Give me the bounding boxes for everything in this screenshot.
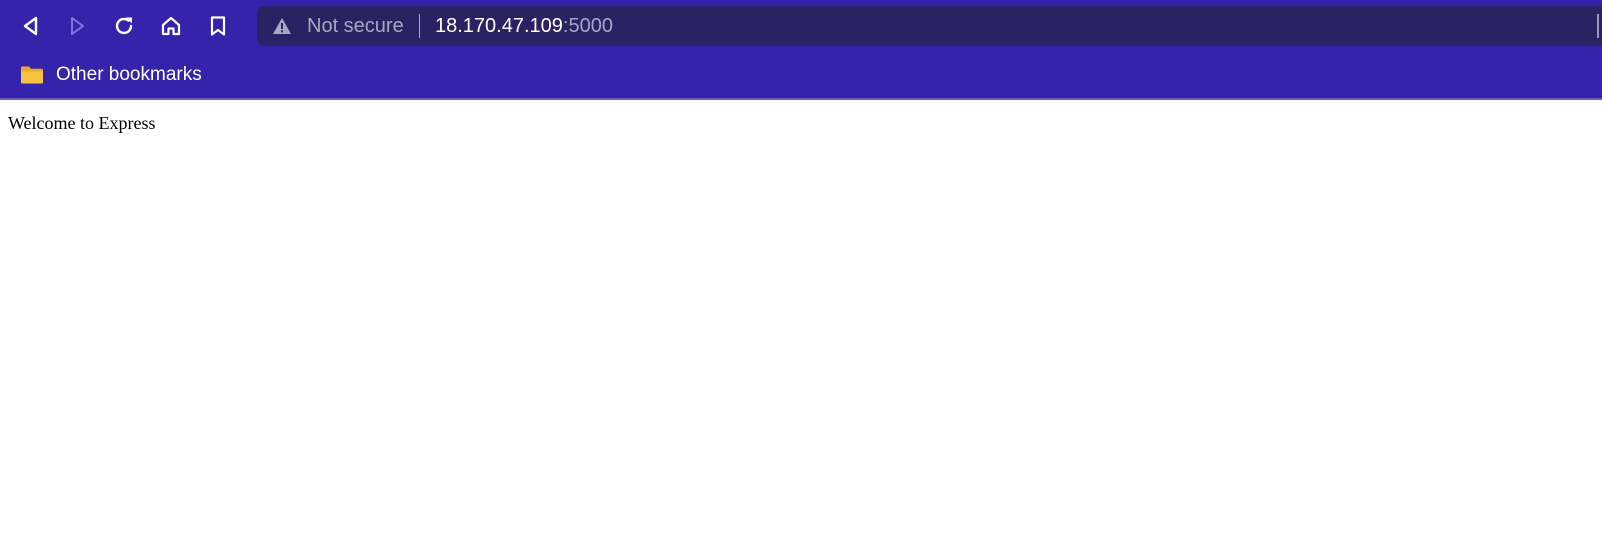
browser-toolbar: Not secure 18.170.47.109:5000	[0, 0, 1602, 52]
security-status-label[interactable]: Not secure	[307, 16, 404, 36]
reload-icon	[115, 17, 133, 35]
bookmark-icon	[210, 16, 226, 36]
url-host: 18.170.47.109	[435, 15, 563, 37]
bookmark-folder-other-bookmarks[interactable]: Other bookmarks	[16, 59, 206, 91]
bookmark-page-button[interactable]	[198, 6, 238, 46]
back-arrow-icon	[23, 16, 38, 36]
welcome-text: Welcome to Express	[8, 113, 156, 133]
address-bar[interactable]: Not secure 18.170.47.109:5000	[257, 6, 1602, 46]
warning-triangle-icon	[273, 18, 291, 34]
omnibox-divider	[419, 14, 420, 38]
page-content: Welcome to Express	[0, 100, 1602, 544]
url-text[interactable]: 18.170.47.109:5000	[435, 16, 613, 36]
omnibox-edge	[1597, 14, 1599, 38]
back-button[interactable]	[11, 6, 51, 46]
bookmark-label: Other bookmarks	[56, 64, 202, 85]
home-button[interactable]	[151, 6, 191, 46]
reload-button[interactable]	[104, 6, 144, 46]
folder-icon	[21, 66, 43, 84]
home-icon	[161, 16, 181, 36]
bookmarks-bar: Other bookmarks	[0, 52, 1602, 100]
forward-button[interactable]	[57, 6, 97, 46]
url-port: :5000	[562, 15, 613, 37]
forward-arrow-icon	[71, 17, 84, 35]
